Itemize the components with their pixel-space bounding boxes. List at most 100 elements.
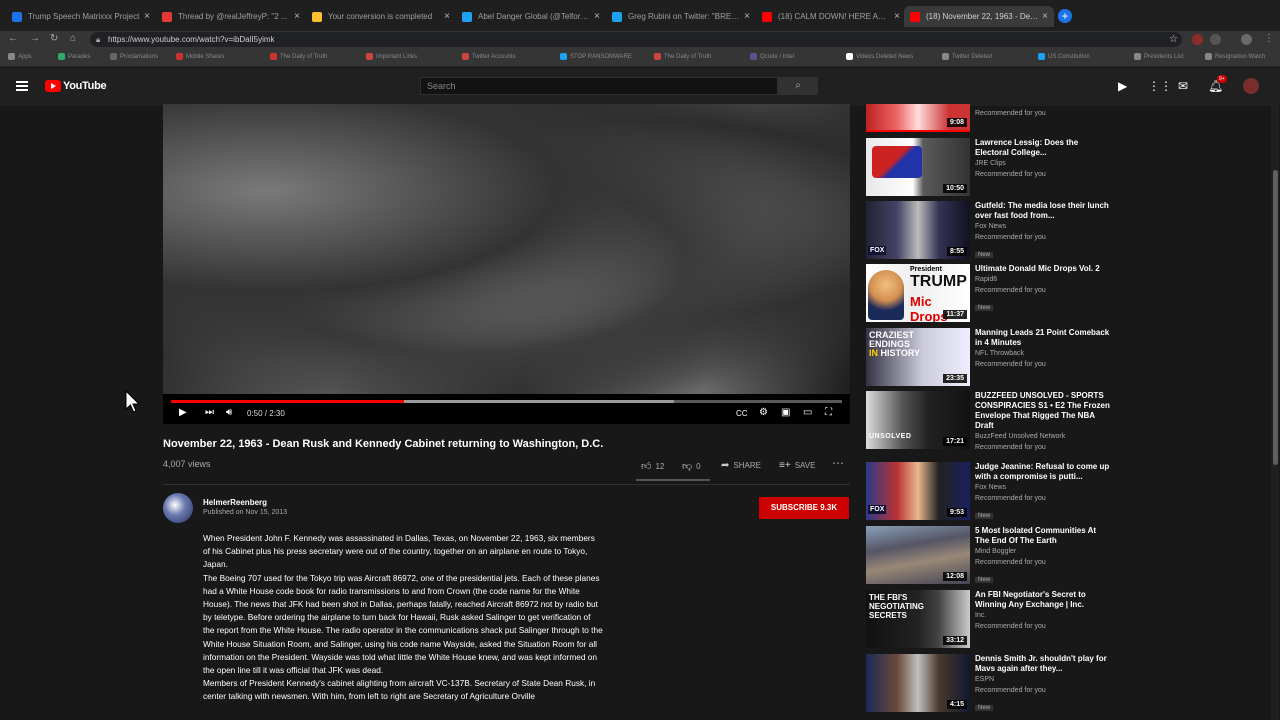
bookmark-item[interactable]: The Daily of Truth	[270, 53, 327, 60]
bookmark-item[interactable]: Videos Deleted News	[846, 53, 913, 60]
video-thumbnail[interactable]: FOX 8:55	[866, 201, 970, 259]
recommendation-channel[interactable]: Fox News	[975, 221, 1111, 232]
channel-avatar[interactable]	[163, 493, 193, 523]
recommendation-channel[interactable]: Rapid6	[975, 274, 1111, 285]
miniplayer-icon[interactable]: ▣	[781, 407, 790, 418]
share-button[interactable]: ➦ SHARE	[721, 460, 761, 471]
forward-icon[interactable]: →	[30, 33, 40, 44]
recommendation-item[interactable]: CRAZIEST ENDINGS IN HISTORY 23:35 Manning …	[866, 328, 1116, 388]
video-thumbnail[interactable]: FOX 9:53	[866, 462, 970, 520]
recommendation-item[interactable]: THE FBI'S NEGOTIATING SECRETS 33:12 An FBI…	[866, 590, 1116, 650]
video-thumbnail[interactable]: 10:50	[866, 138, 970, 196]
more-options-icon[interactable]: ⋯	[832, 456, 844, 470]
close-icon[interactable]: ×	[444, 11, 450, 22]
dislike-button[interactable]: 👎︎ 0	[682, 460, 701, 472]
save-button[interactable]: ≡+ SAVE	[779, 460, 815, 471]
profile-icon[interactable]	[1241, 34, 1252, 45]
address-bar[interactable]: 🔒︎ https://www.youtube.com/watch?v=ibDal…	[90, 32, 1182, 47]
recommendation-title[interactable]: Manning Leads 21 Point Comeback in 4 Min…	[975, 328, 1111, 348]
recommendation-title[interactable]: Judge Jeanine: Refusal to come up with a…	[975, 462, 1111, 482]
recommendation-item[interactable]: FOX 9:53 Judge Jeanine: Refusal to come …	[866, 462, 1116, 522]
browser-tab[interactable]: Thread by @realJeffreyP: "2 ... ×	[156, 6, 306, 27]
settings-gear-icon[interactable]: ⚙	[759, 407, 768, 418]
close-icon[interactable]: ×	[894, 11, 900, 22]
recommendation-channel[interactable]: ESPN	[975, 674, 1111, 685]
next-icon[interactable]: ⏭︎	[205, 407, 214, 418]
recommendation-item[interactable]: UNSOLVED 17:21 BUZZFEED UNSOLVED - SPORT…	[866, 391, 1116, 451]
bookmark-item[interactable]: Parades	[58, 53, 90, 60]
bookmark-item[interactable]: Qcode / Intel	[750, 53, 794, 60]
youtube-logo[interactable]: YouTube	[45, 80, 107, 92]
progress-bar[interactable]	[171, 400, 842, 403]
create-video-icon[interactable]: ▶︎	[1118, 79, 1127, 93]
bookmark-item[interactable]: Resignation Watch	[1205, 53, 1265, 60]
recommendation-channel[interactable]: JRE Clips	[975, 158, 1111, 169]
browser-tab[interactable]: Abel Danger Global (@Telford... ×	[456, 6, 606, 27]
play-icon[interactable]: ▶	[179, 407, 187, 418]
channel-name[interactable]: HelmerReenberg	[203, 498, 267, 507]
kebab-menu-icon[interactable]: ⋮	[1264, 33, 1274, 44]
browser-tab-active[interactable]: (18) November 22, 1963 - Dea... ×	[904, 6, 1054, 27]
recommendation-item[interactable]: 12:08 5 Most Isolated Communities At The…	[866, 526, 1116, 586]
video-thumbnail[interactable]: 9:08	[866, 104, 970, 130]
recommendation-item[interactable]: President TRUMP Mic Drops 11:37 Ultimate…	[866, 264, 1116, 324]
bookmark-item[interactable]: Important Links	[366, 53, 417, 60]
recommendation-title[interactable]: An FBI Negotiator's Secret to Winning An…	[975, 590, 1111, 610]
browser-tab[interactable]: Your conversion is completed ×	[306, 6, 456, 27]
bookmark-star-icon[interactable]: ☆	[1169, 32, 1178, 47]
video-frame[interactable]	[163, 104, 850, 394]
close-icon[interactable]: ×	[744, 11, 750, 22]
recommendation-item[interactable]: 4:15 Dennis Smith Jr. shouldn't play for…	[866, 654, 1116, 714]
bookmark-item[interactable]: STOP RANSOMWARE	[560, 53, 632, 60]
bookmark-item[interactable]: Apps	[8, 53, 32, 60]
new-tab-button[interactable]: +	[1058, 9, 1072, 23]
extension-icon[interactable]	[1192, 34, 1203, 45]
recommendation-title[interactable]: Gutfeld: The media lose their lunch over…	[975, 201, 1111, 221]
recommendation-item[interactable]: 10:50 Lawrence Lessig: Does the Electora…	[866, 138, 1116, 198]
search-input[interactable]: Search	[420, 77, 778, 95]
recommendation-title[interactable]: Lawrence Lessig: Does the Electoral Coll…	[975, 138, 1111, 158]
video-thumbnail[interactable]: THE FBI'S NEGOTIATING SECRETS 33:12	[866, 590, 970, 648]
bookmark-item[interactable]: Presidents List	[1134, 53, 1183, 60]
video-thumbnail[interactable]: CRAZIEST ENDINGS IN HISTORY 23:35	[866, 328, 970, 386]
bookmark-item[interactable]: Twitter Deleted	[942, 53, 992, 60]
bookmark-item[interactable]: US Constitution	[1038, 53, 1090, 60]
close-icon[interactable]: ×	[294, 11, 300, 22]
messages-icon[interactable]: ✉︎	[1178, 79, 1188, 93]
volume-icon[interactable]: 🔊︎	[226, 407, 232, 418]
recommendation-title[interactable]: Ultimate Donald Mic Drops Vol. 2	[975, 264, 1111, 274]
video-thumbnail[interactable]: 4:15	[866, 654, 970, 712]
recommendation-item[interactable]: FOX 8:55 Gutfeld: The media lose their l…	[866, 201, 1116, 261]
apps-grid-icon[interactable]: ⋮⋮	[1148, 79, 1172, 93]
recommendation-channel[interactable]: NFL Throwback	[975, 348, 1111, 359]
reload-icon[interactable]: ↻	[50, 33, 58, 44]
search-button[interactable]: ⌕	[778, 77, 818, 95]
subscribe-button[interactable]: SUBSCRIBE 9.3K	[759, 497, 849, 519]
hamburger-menu-icon[interactable]	[16, 81, 28, 91]
recommendation-channel[interactable]: BuzzFeed Unsolved Network	[975, 431, 1111, 442]
close-icon[interactable]: ×	[1042, 11, 1048, 22]
browser-tab[interactable]: Trump Speech Matrixxx Project ×	[6, 6, 156, 27]
back-icon[interactable]: ←	[8, 33, 18, 44]
close-icon[interactable]: ×	[594, 11, 600, 22]
fullscreen-icon[interactable]: ⛶	[825, 407, 832, 418]
bookmark-item[interactable]: Mobile Shares	[176, 53, 224, 60]
video-thumbnail[interactable]: President TRUMP Mic Drops 11:37	[866, 264, 970, 322]
recommendation-item[interactable]: 9:08 Recommended for you	[866, 104, 1116, 130]
video-thumbnail[interactable]: UNSOLVED 17:21	[866, 391, 970, 449]
home-icon[interactable]: ⌂	[70, 33, 76, 44]
extension-icon[interactable]	[1210, 34, 1221, 45]
recommendation-title[interactable]: Dennis Smith Jr. shouldn't play for Mavs…	[975, 654, 1111, 674]
bookmark-item[interactable]: Twitter Accounts	[462, 53, 516, 60]
browser-tab[interactable]: Greg Rubini on Twitter: "BREAK... ×	[606, 6, 756, 27]
theater-mode-icon[interactable]: ▭	[803, 407, 812, 418]
close-icon[interactable]: ×	[144, 11, 150, 22]
video-player[interactable]: ▶ ⏭︎ 🔊︎ 0:50 / 2:30 CC ⚙ ▣ ▭ ⛶	[163, 104, 850, 424]
recommendation-channel[interactable]: Mind Boggler	[975, 546, 1111, 557]
browser-tab[interactable]: (18) CALM DOWN! HERE ARE ... ×	[756, 6, 906, 27]
video-thumbnail[interactable]: 12:08	[866, 526, 970, 584]
bookmark-item[interactable]: Proclamations	[110, 53, 158, 60]
recommendation-title[interactable]: 5 Most Isolated Communities At The End O…	[975, 526, 1111, 546]
like-button[interactable]: 👍︎ 12	[641, 460, 664, 472]
recommendation-channel[interactable]: Fox News	[975, 482, 1111, 493]
